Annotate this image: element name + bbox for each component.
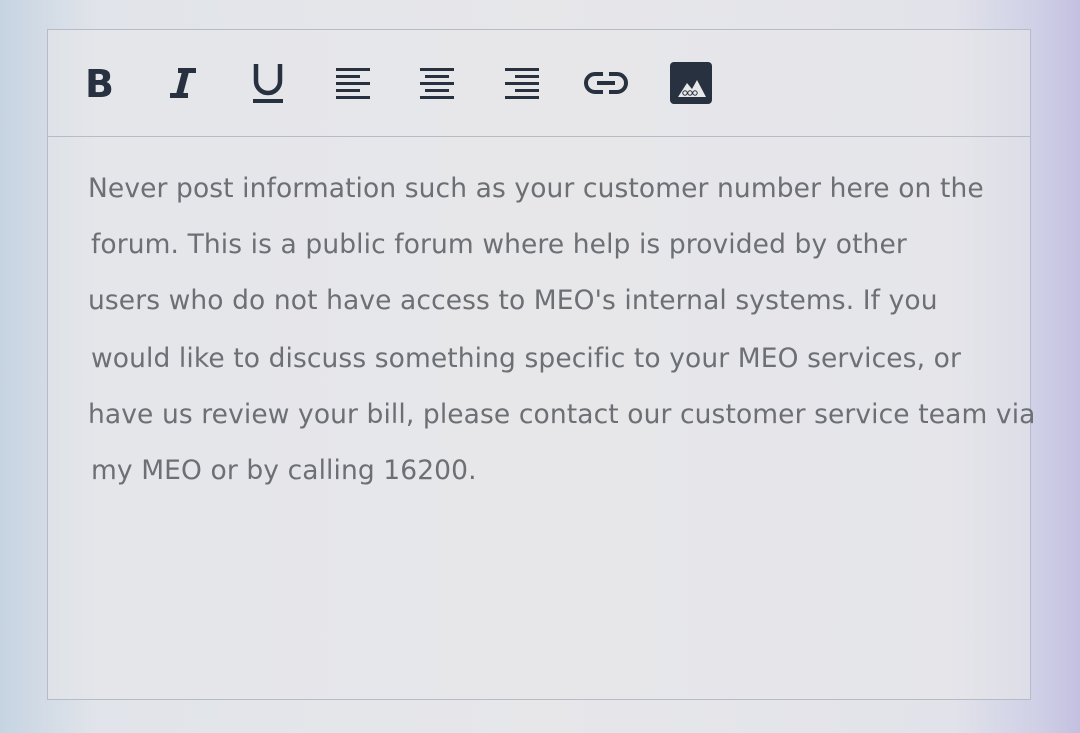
content-line: my MEO or by calling 16200.	[91, 455, 477, 486]
content-line: would like to discuss something specific…	[91, 343, 961, 374]
bold-icon: B	[85, 64, 114, 102]
content-line: Never post information such as your cust…	[88, 173, 984, 204]
rich-text-editor: B Never post information such as your cu…	[47, 29, 1035, 700]
image-icon	[670, 62, 712, 104]
underline-button[interactable]	[245, 60, 291, 106]
italic-icon	[170, 68, 196, 98]
editor-toolbar: B	[48, 30, 1030, 137]
editor-content-area[interactable]: Never post information such as your cust…	[48, 137, 1035, 699]
align-left-icon	[336, 68, 370, 99]
content-line: have us review your bill, please contact…	[88, 399, 1036, 430]
content-line: forum. This is a public forum where help…	[91, 229, 907, 260]
align-center-button[interactable]	[414, 60, 460, 106]
align-right-icon	[505, 68, 539, 99]
insert-link-button[interactable]	[583, 60, 629, 106]
insert-image-button[interactable]	[668, 60, 714, 106]
underline-icon	[253, 64, 283, 103]
align-left-button[interactable]	[330, 60, 376, 106]
align-right-button[interactable]	[499, 60, 545, 106]
align-center-icon	[420, 68, 454, 99]
link-icon	[584, 72, 628, 94]
bold-button[interactable]: B	[76, 60, 122, 106]
italic-button[interactable]	[160, 60, 206, 106]
svg-text:B: B	[85, 64, 114, 102]
content-line: users who do not have access to MEO's in…	[88, 285, 938, 316]
